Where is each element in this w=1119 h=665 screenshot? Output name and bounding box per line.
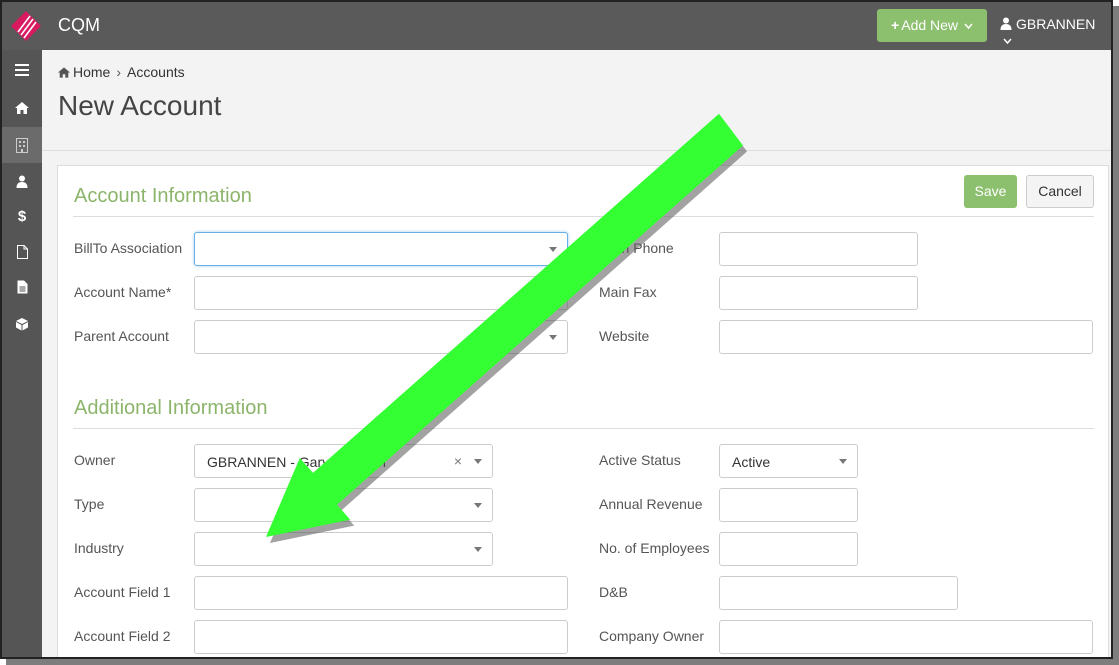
account-field-2-input[interactable] [194,620,568,654]
dnb-label: D&B [599,584,628,600]
chevron-down-icon [964,23,973,30]
section-divider [73,428,1094,429]
parent-account-label: Parent Account [74,328,169,344]
account-field-1-input[interactable] [194,576,568,610]
caret-down-icon [474,547,482,552]
industry-select[interactable] [194,532,493,566]
sidebar-menu-toggle[interactable] [2,52,42,88]
account-form-panel: Account Information Save Cancel BillTo A… [57,165,1109,657]
plus-icon: + [891,17,900,33]
top-navbar: CQM + Add New GBRANNEN [2,2,1111,50]
page-title: New Account [58,90,222,121]
account-field-2-label: Account Field 2 [74,628,171,644]
document-icon [17,280,27,294]
add-new-label: Add New [901,17,959,33]
caret-down-icon [474,503,482,508]
dollar-icon: $ [17,207,27,225]
active-status-label: Active Status [599,452,681,468]
main-content: Home › Accounts New Account Account Info… [42,50,1111,657]
caret-down-icon [549,247,557,252]
cqm-logo-icon[interactable] [10,10,42,42]
main-fax-input[interactable] [719,276,918,310]
annual-revenue-input[interactable] [719,488,858,522]
user-icon [16,175,28,188]
sidebar-item-products[interactable] [2,306,42,342]
main-fax-label: Main Fax [599,284,657,300]
menu-icon [15,64,29,76]
section-title-account-information: Account Information [74,185,252,207]
clear-icon[interactable]: × [454,453,462,469]
section-divider [73,216,1094,217]
sidebar-item-sales[interactable]: $ [2,198,42,234]
sidebar-item-documents[interactable] [2,269,42,305]
cancel-button[interactable]: Cancel [1026,175,1094,208]
company-owner-label: Company Owner [599,628,705,644]
employees-input[interactable] [719,532,858,566]
account-field-1-label: Account Field 1 [74,584,171,600]
website-label: Website [599,328,650,344]
home-icon [15,102,29,114]
account-name-label: Account Name* [74,284,172,300]
caret-down-icon [839,459,847,464]
user-menu[interactable]: GBRANNEN [1000,16,1111,48]
employees-label: No. of Employees [599,540,710,556]
cube-icon [16,318,28,331]
header-divider [42,150,1111,151]
parent-account-select[interactable] [194,320,568,354]
annual-revenue-label: Annual Revenue [599,496,703,512]
active-status-select[interactable]: Active [719,444,858,478]
bill-to-association-label: BillTo Association [74,240,183,256]
home-icon [58,66,70,78]
add-new-button[interactable]: + Add New [877,9,987,42]
caret-down-icon [549,335,557,340]
breadcrumb-home-link[interactable]: Home [73,64,110,80]
breadcrumb-separator: › [116,64,122,80]
user-icon [1000,17,1012,30]
save-button[interactable]: Save [964,175,1017,208]
app-window: CQM + Add New GBRANNEN $ Home › Accounts… [0,0,1113,659]
industry-label: Industry [74,540,124,556]
file-icon [16,245,28,259]
window-shadow [6,659,1119,665]
type-select[interactable] [194,488,493,522]
active-status-value: Active [732,454,771,470]
user-name: GBRANNEN [1016,16,1096,32]
sidebar-item-home[interactable] [2,90,42,126]
window-shadow [1113,6,1119,665]
left-sidebar: $ [2,50,42,657]
breadcrumb-accounts-link[interactable]: Accounts [127,64,185,80]
company-owner-input[interactable] [719,620,1093,654]
caret-down-icon [474,459,482,464]
dnb-input[interactable] [719,576,958,610]
main-phone-input[interactable] [719,232,918,266]
bill-to-association-select[interactable] [194,232,568,266]
website-input[interactable] [719,320,1093,354]
main-phone-label: Main Phone [599,240,674,256]
building-icon [16,137,28,153]
owner-label: Owner [74,452,116,468]
owner-value: GBRANNEN - Gary Brannen [207,454,386,470]
section-title-additional-information: Additional Information [74,397,268,419]
sidebar-item-accounts[interactable] [2,127,42,163]
breadcrumb: Home › Accounts [58,64,185,80]
owner-select[interactable]: GBRANNEN - Gary Brannen × [194,444,493,478]
sidebar-item-files[interactable] [2,234,42,270]
chevron-down-icon [1003,38,1012,45]
sidebar-item-contacts[interactable] [2,163,42,199]
app-title[interactable]: CQM [58,15,100,36]
type-label: Type [74,496,105,512]
account-name-input[interactable] [194,276,568,310]
